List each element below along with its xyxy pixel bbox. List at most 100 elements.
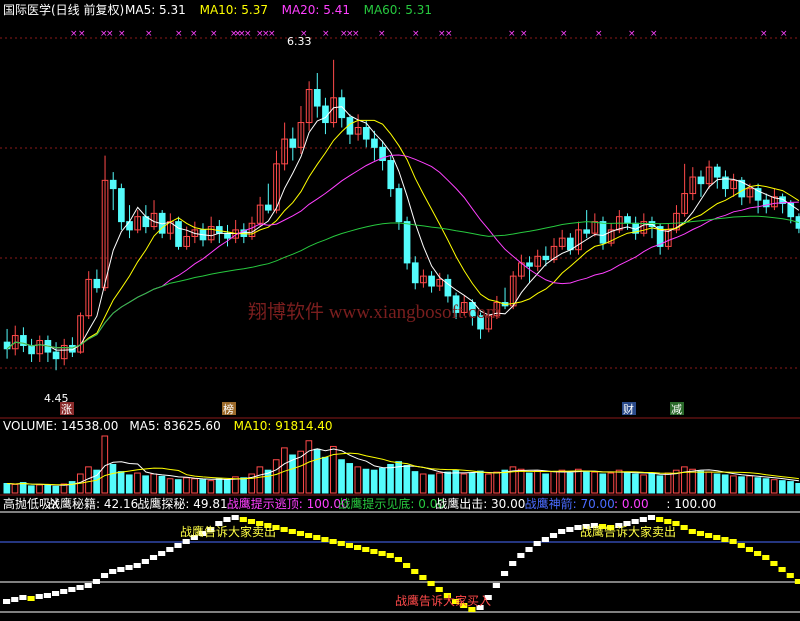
volume-bar — [648, 473, 656, 494]
indicator-point — [231, 515, 239, 520]
indicator-point — [345, 543, 354, 548]
volume-bar — [142, 475, 149, 494]
indicator-point — [166, 547, 174, 552]
indicator-point — [182, 539, 190, 544]
ind-legend-item: 战鹰提示逃顶: 100.00 — [227, 496, 349, 511]
indicator-point — [313, 535, 321, 540]
candle-body — [787, 202, 795, 218]
volume-bar — [754, 477, 762, 494]
ind-legend-item: : 0.00 — [614, 497, 649, 511]
ma-legend-item: MA60: 5.31 — [364, 3, 432, 17]
indicator-point — [288, 529, 296, 534]
signal-mark: × — [628, 29, 636, 39]
signal-mark: × — [352, 29, 360, 39]
signal-mark: × — [560, 29, 568, 39]
indicator-point — [92, 579, 100, 584]
indicator-point — [492, 583, 500, 588]
volume-bar — [158, 475, 166, 494]
candle-body — [428, 275, 435, 287]
candle-body — [118, 188, 125, 223]
indicator-point — [362, 547, 370, 552]
signal-mark: × — [508, 29, 516, 39]
ind-legend-item: : 100.00 — [666, 497, 716, 511]
indicator-point — [647, 515, 656, 520]
indicator-point — [174, 543, 182, 548]
volume-bar — [68, 481, 76, 494]
indicator-point — [394, 557, 402, 562]
volume-bar — [362, 468, 370, 494]
signal-mark: × — [78, 29, 86, 39]
indicator-point — [100, 573, 109, 578]
indicator-point — [533, 541, 541, 546]
indicator-point — [305, 533, 313, 538]
ind-legend-item: 战鹰出击: 30.00 — [435, 496, 525, 511]
ind-legend-item: 战鹰秘籍: 42.16 — [48, 496, 138, 511]
volume-bar — [697, 470, 705, 494]
volume-bar — [468, 472, 476, 494]
indicator-point — [43, 593, 51, 598]
indicator-point — [721, 537, 729, 542]
volume-bar — [411, 471, 419, 494]
signal-mark: × — [210, 29, 218, 39]
indicator-point — [656, 517, 664, 522]
signal-mark: × — [520, 29, 528, 39]
candle-body — [264, 204, 272, 211]
sell-signal-label-1: 战鹰告诉大家卖出 — [180, 524, 276, 539]
volume-bar — [427, 474, 435, 494]
indicator-point — [680, 525, 688, 530]
volume-bar — [656, 475, 664, 494]
volume-bar — [44, 484, 51, 494]
signal-mark: × — [445, 29, 453, 39]
stock-chart: 国际医学(日线 前复权) MA5: 5.31 MA10: 5.37 MA20: 5.… — [0, 0, 800, 621]
candle-body — [322, 105, 329, 124]
candle-body — [362, 127, 370, 140]
indicator-point — [149, 555, 158, 560]
ma-legend-item: MA20: 5.41 — [282, 3, 350, 17]
indicator-point — [778, 567, 786, 572]
signal-mark: × — [145, 29, 153, 39]
volume-bar — [762, 478, 770, 494]
indicator-point — [427, 581, 435, 586]
signal-mark: × — [760, 29, 768, 39]
ind-legend-item: 战鹰神箭: 70.00 — [525, 496, 615, 511]
volume-bar — [27, 485, 35, 494]
indicator-point — [525, 547, 533, 552]
indicator-point — [696, 531, 705, 536]
indicator-point — [3, 599, 11, 604]
candle-body — [411, 262, 419, 284]
vol-legend-item: VOLUME: 14538.00 — [3, 419, 118, 433]
signal-mark: × — [70, 29, 78, 39]
indicator-point — [84, 583, 92, 588]
volume-bar — [738, 476, 745, 494]
indicator-legend: 高抛低吸X战鹰秘籍: 42.16 战鹰探秘: 49.81 战鹰提示逃顶: 100.0… — [3, 496, 716, 511]
volume-bar — [713, 473, 721, 494]
volume-bar — [476, 470, 484, 494]
volume-bar — [779, 480, 786, 494]
volume-bar — [346, 463, 354, 494]
indicator-point — [280, 527, 288, 532]
indicator-point — [770, 561, 778, 566]
volume-bar — [313, 448, 321, 494]
candle-body — [567, 237, 574, 251]
indicator-point — [117, 567, 125, 572]
candle-body — [289, 138, 297, 148]
volume-bar — [387, 464, 394, 494]
volume-bar — [215, 478, 223, 494]
indicator-point — [705, 533, 713, 538]
volume-legend: VOLUME: 14538.00 MA5: 83625.60 MA10: 91814… — [3, 419, 333, 433]
ma-legend-item: MA5: 5.31 — [125, 3, 186, 17]
signal-mark: × — [378, 29, 386, 39]
stock-title: 国际医学(日线 前复权) — [3, 2, 124, 17]
signal-mark: × — [118, 29, 126, 39]
indicator-point — [745, 547, 754, 552]
indicator-point — [125, 565, 133, 570]
indicator-point — [76, 585, 84, 590]
sell-signal-label-2: 战鹰告诉大家卖出 — [580, 524, 676, 539]
volume-bar — [525, 472, 533, 494]
volume-bar — [632, 473, 639, 494]
volume-bar — [787, 481, 794, 494]
indicator-point — [247, 519, 256, 524]
high-price-label: 6.33 — [287, 35, 312, 48]
candle-body — [126, 221, 133, 231]
vol-legend-item: MA5: 83625.60 — [129, 419, 220, 433]
